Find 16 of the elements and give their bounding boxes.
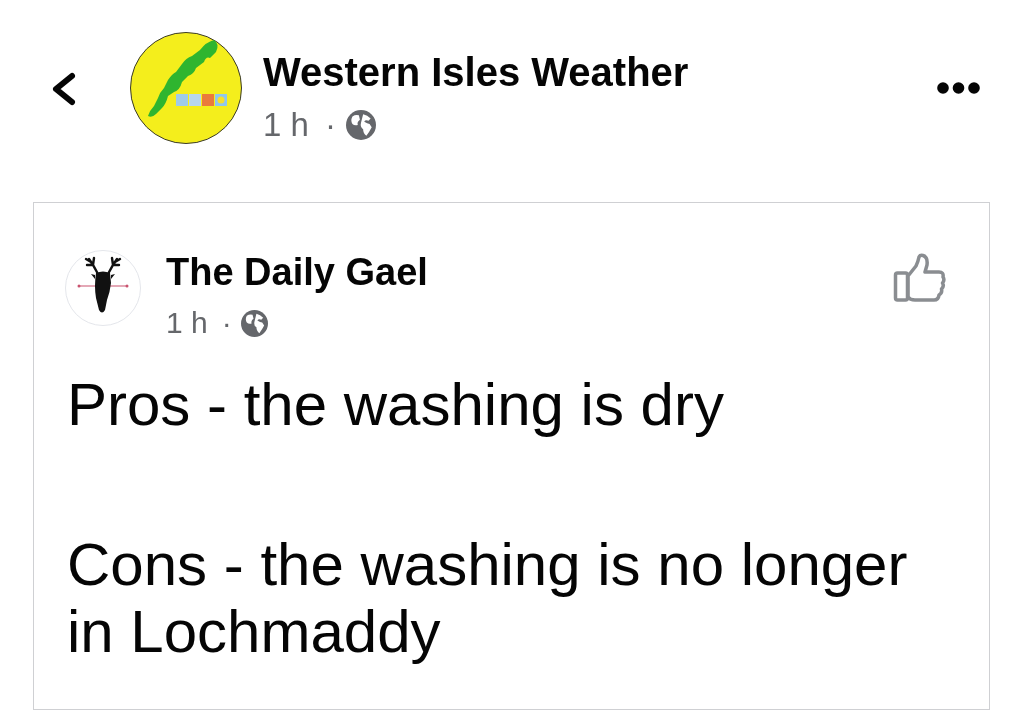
more-dots-icon (937, 82, 980, 94)
globe-icon (345, 110, 376, 140)
chevron-left-icon (50, 72, 78, 106)
like-button[interactable] (893, 253, 947, 303)
thumbs-up-icon (893, 253, 947, 303)
back-button[interactable] (50, 72, 78, 106)
separator-dot: · (221, 305, 232, 341)
post-text: Pros - the washing is dry (67, 371, 725, 438)
more-button[interactable] (937, 82, 980, 94)
post-time[interactable]: 1 h (263, 105, 309, 145)
post-text: Cons - the washing is no longer in Lochmaddy (67, 531, 909, 665)
page-name[interactable]: Western Isles Weather (263, 48, 689, 96)
separator-dot: · (324, 105, 336, 145)
author-name[interactable]: The Daily Gael (166, 250, 428, 294)
globe-icon (240, 309, 268, 337)
post-time[interactable]: 1 h (166, 305, 208, 341)
